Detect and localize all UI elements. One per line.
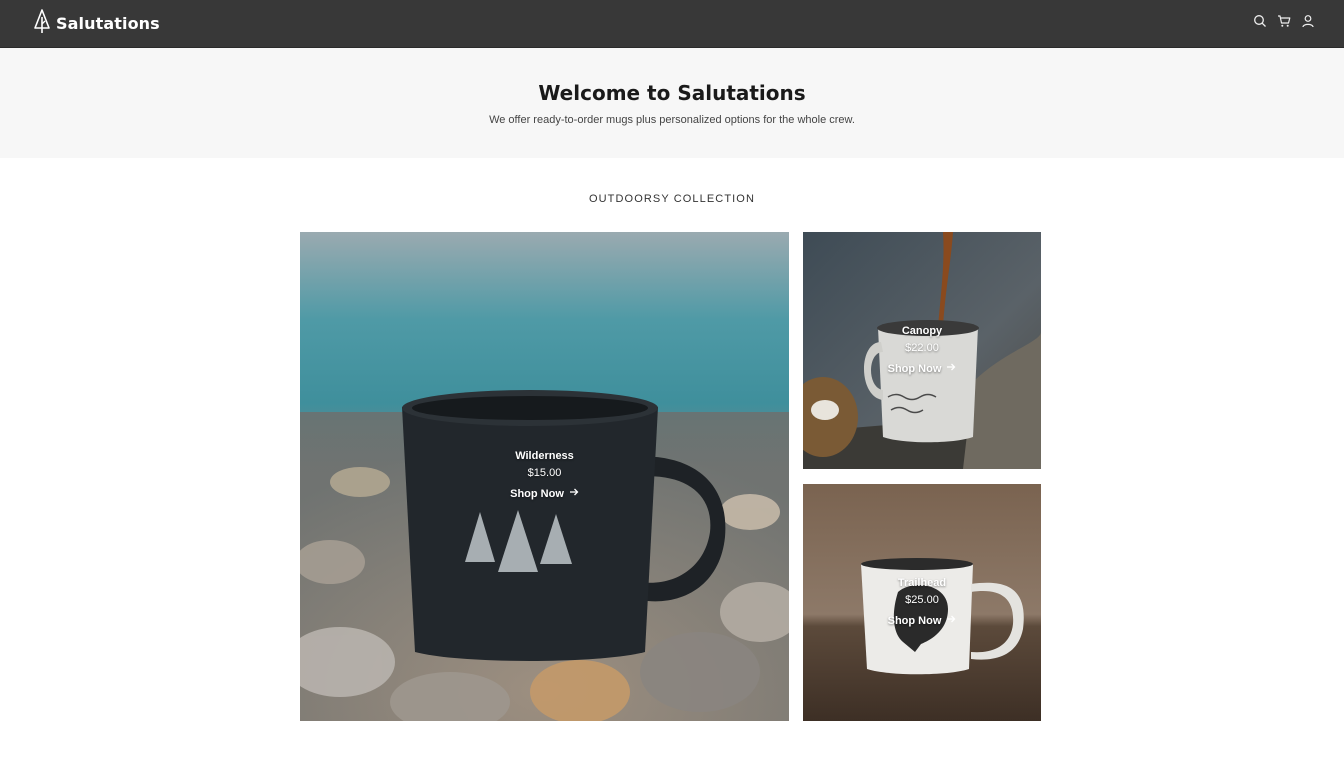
product-overlay: Wilderness $15.00 Shop Now — [300, 450, 789, 502]
brand-name: Salutations — [56, 14, 160, 33]
collection-heading: OUTDOORSY COLLECTION — [588, 193, 756, 205]
product-price: $25.00 — [905, 594, 939, 606]
product-name: Canopy — [901, 325, 943, 337]
product-overlay: Canopy $22.00 Shop Now — [803, 325, 1041, 377]
product-tile-trailhead[interactable]: Trailhead $25.00 Shop Now — [803, 484, 1041, 721]
header-actions — [1252, 13, 1316, 29]
arrow-right-icon — [946, 362, 956, 375]
product-price: $15.00 — [527, 467, 562, 479]
product-overlay: Trailhead $25.00 Shop Now — [803, 577, 1041, 629]
hero-banner: Welcome to Salutations We offer ready-to… — [0, 48, 1344, 158]
shop-now-link[interactable]: Shop Now — [888, 362, 957, 375]
product-tile-wilderness[interactable]: Wilderness $15.00 Shop Now — [300, 232, 789, 721]
hero-title: Welcome to Salutations — [538, 81, 806, 105]
shop-now-link[interactable]: Shop Now — [888, 614, 957, 627]
product-name: Wilderness — [515, 450, 574, 462]
cart-icon[interactable] — [1276, 13, 1292, 29]
shop-now-label: Shop Now — [887, 362, 942, 375]
product-name: Trailhead — [897, 577, 947, 589]
product-price: $22.00 — [905, 342, 939, 354]
hero-subtitle: We offer ready-to-order mugs plus person… — [489, 114, 855, 126]
shop-now-label: Shop Now — [510, 487, 564, 500]
search-icon[interactable] — [1252, 13, 1268, 29]
account-icon[interactable] — [1300, 13, 1316, 29]
tree-logo-icon — [32, 8, 52, 39]
arrow-right-icon — [569, 487, 579, 500]
shop-now-label: Shop Now — [887, 614, 942, 627]
arrow-right-icon — [946, 614, 956, 627]
site-header: Salutations — [0, 0, 1344, 48]
brand-logo-link[interactable]: Salutations — [32, 8, 160, 39]
product-tile-canopy[interactable]: Canopy $22.00 Shop Now — [803, 232, 1041, 469]
shop-now-link[interactable]: Shop Now — [510, 487, 579, 500]
